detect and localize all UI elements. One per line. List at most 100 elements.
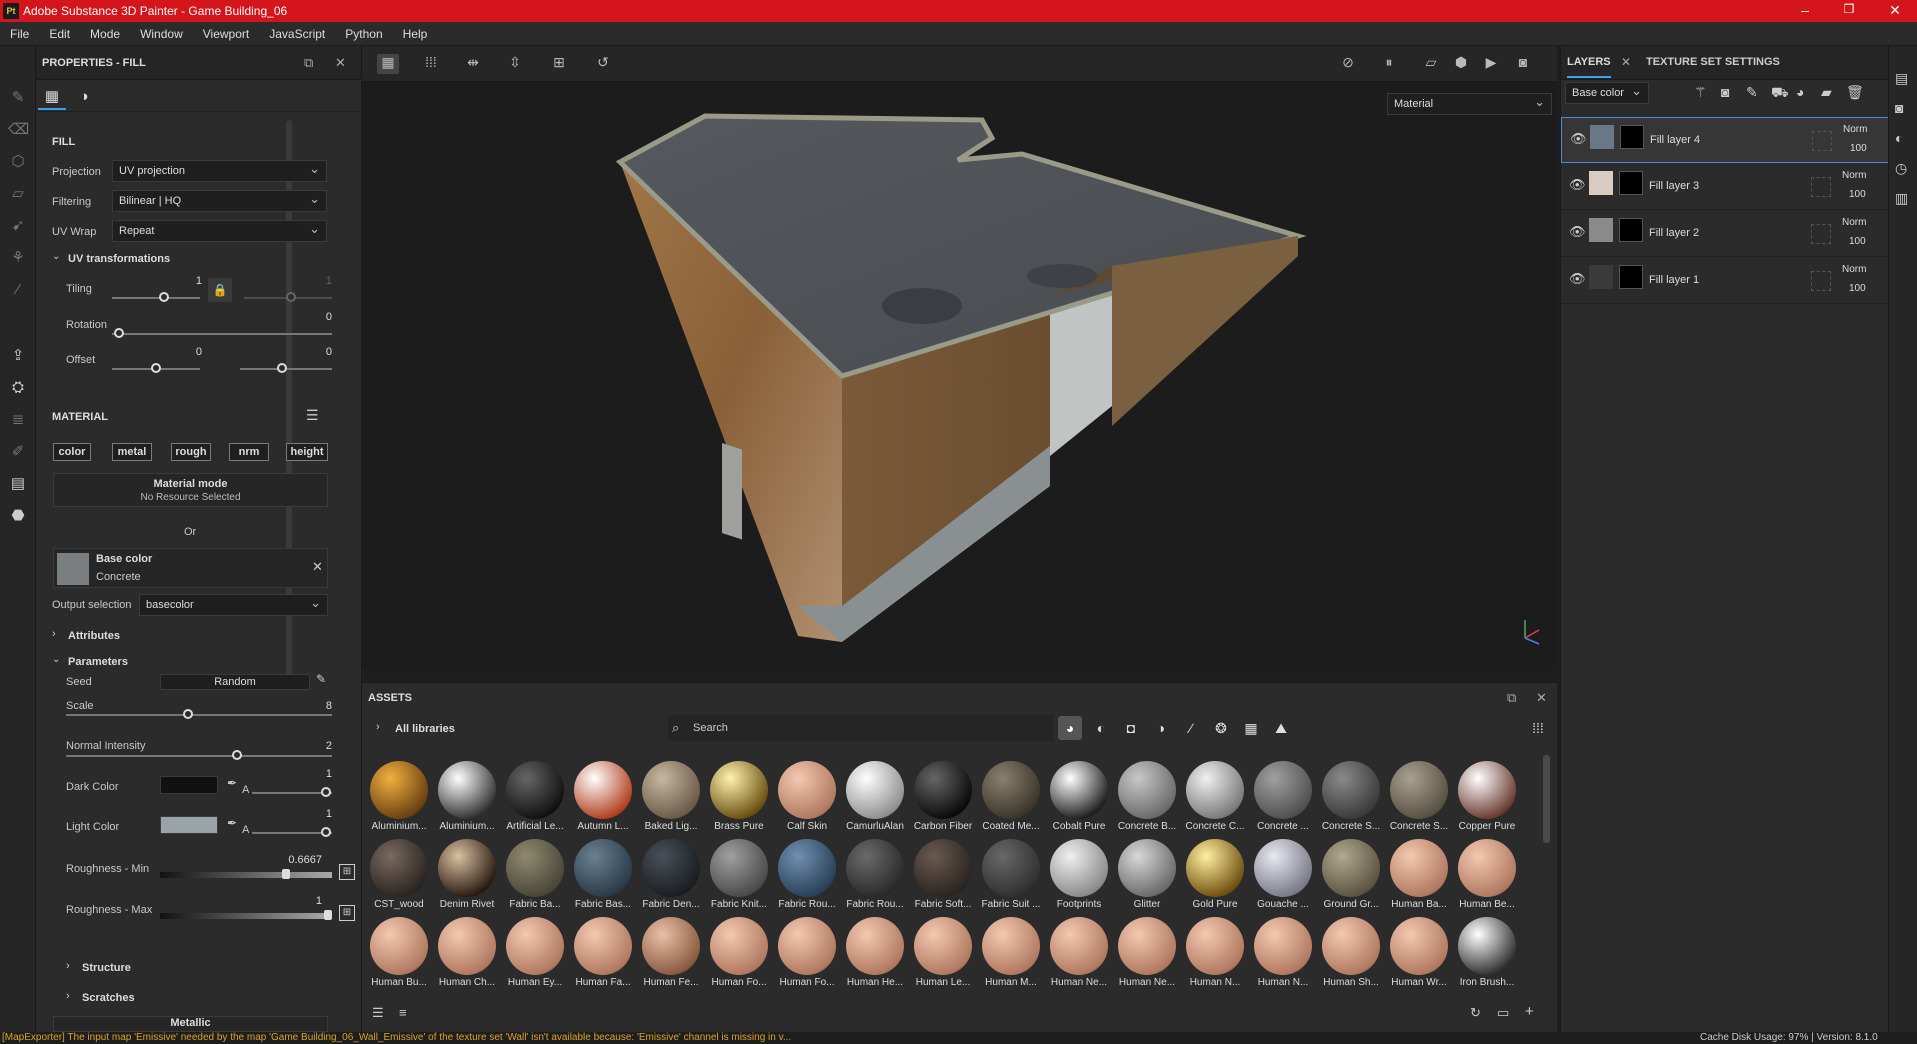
uvwrap-dropdown[interactable]: Repeat [112,220,327,242]
bake-icon[interactable]: ⛭ [8,378,28,398]
menu-javascript[interactable]: JavaScript [259,22,335,41]
assets-float-icon[interactable]: ⧉ [1507,690,1516,706]
filter-alphas-icon[interactable]: ❂ [1209,716,1233,740]
layer-opacity[interactable]: 100 [1849,236,1866,247]
asset-thumbnail[interactable] [506,839,564,897]
asset-thumbnail[interactable] [1322,917,1380,975]
filter-masks-icon[interactable]: ◘ [1119,716,1143,740]
export-icon[interactable]: ⇪ [8,346,28,366]
layer-blend-mode[interactable]: Norm [1842,264,1866,275]
scale-slider[interactable] [66,714,332,716]
filter-materials-icon[interactable]: ◕ [1058,716,1082,740]
scale-knob[interactable] [183,709,193,719]
asset-thumbnail[interactable] [1390,917,1448,975]
attributes-header[interactable]: Attributes [68,630,120,642]
camera-icon[interactable]: ◙ [1895,100,1903,116]
rough-min-slider[interactable] [160,872,332,878]
maximize-icon[interactable]: ❐ [1834,2,1864,16]
scratches-header[interactable]: Scratches [82,992,135,1004]
offset-knob-2[interactable] [277,363,287,373]
asset-thumbnail[interactable] [982,761,1040,819]
layer-row[interactable]: 👁 Fill layer 4 Norm 100 [1561,117,1889,163]
lock-icon[interactable]: 🔒 [208,278,232,302]
base-color-resource[interactable]: Base color Concrete ✕ [53,548,328,588]
rough-min-link-icon[interactable]: ⊞ [339,864,355,880]
layers-panel-icon[interactable]: ▤ [1895,70,1908,87]
menu-help[interactable]: Help [393,22,438,41]
asset-thumbnail[interactable] [846,917,904,975]
channel-metal-button[interactable]: metal [112,443,152,461]
asset-thumbnail[interactable] [438,917,496,975]
channel-height-button[interactable]: height [286,443,328,461]
minimize-icon[interactable]: – [1790,2,1820,18]
rough-max-knob[interactable] [324,910,332,920]
tiling-knob[interactable] [159,292,169,302]
add-mask-icon[interactable]: ◙ [1721,84,1729,100]
add-paint-layer-icon[interactable]: ✎ [1746,84,1758,101]
asset-thumbnail[interactable] [1322,839,1380,897]
all-libraries-label[interactable]: All libraries [395,723,455,735]
assets-search-field[interactable]: ⌕ Search [668,715,1054,741]
asset-thumbnail[interactable] [1186,917,1244,975]
mirror-vertical-icon[interactable]: ⇳ [504,54,526,74]
filter-textures-icon[interactable]: ▦ [1239,716,1263,740]
add-fill-layer-icon[interactable]: ⛟ [1771,84,1789,103]
layer-blend-mode[interactable]: Norm [1843,124,1867,135]
refresh-icon[interactable]: ↻ [1470,1005,1481,1021]
asset-thumbnail[interactable] [438,761,496,819]
visibility-eye-icon[interactable]: 👁 [1569,271,1586,287]
asset-thumbnail[interactable] [1458,917,1516,975]
material-menu-icon[interactable]: ☰ [306,407,319,424]
asset-thumbnail[interactable] [574,917,632,975]
menu-window[interactable]: Window [130,22,193,41]
clone-icon[interactable]: ⚘ [8,248,28,268]
menu-python[interactable]: Python [335,22,392,41]
light-alpha-knob[interactable] [321,827,331,837]
asset-thumbnail[interactable] [1458,761,1516,819]
layer-opacity[interactable]: 100 [1849,189,1866,200]
dark-alpha-knob[interactable] [321,787,331,797]
filtering-dropdown[interactable]: Bilinear | HQ [112,190,327,212]
layer-stack-icon[interactable]: ≣ [8,410,28,430]
grid-select-icon[interactable]: ▦ [377,54,399,74]
structure-header[interactable]: Structure [82,962,131,974]
layer-opacity[interactable]: 100 [1849,283,1866,294]
layer-name[interactable]: Fill layer 4 [1650,134,1700,146]
asset-thumbnail[interactable] [574,761,632,819]
add-asset-icon[interactable]: + [1525,1003,1534,1020]
asset-thumbnail[interactable] [1118,917,1176,975]
asset-thumbnail[interactable] [1050,839,1108,897]
display-settings-icon[interactable]: ◐ [1895,130,1903,146]
polygon-fill-icon[interactable]: ▱ [8,184,28,204]
layers-tab-close-icon[interactable]: ✕ [1621,55,1631,69]
layer-opacity[interactable]: 100 [1850,143,1867,154]
asset-thumbnail[interactable] [778,917,836,975]
rough-max-slider[interactable] [160,913,332,919]
asset-thumbnail[interactable] [846,839,904,897]
normal-slider[interactable] [66,755,332,757]
assets-list-icon[interactable]: ☰ [372,1005,384,1021]
asset-thumbnail[interactable] [982,917,1040,975]
multi-grid-icon[interactable]: ⁞⁞⁞ [420,54,442,74]
camera-video-icon[interactable]: ▶ [1480,54,1502,74]
channel-dropdown[interactable]: Base color [1565,82,1649,104]
mesh-icon[interactable]: ⬣ [8,506,28,526]
asset-thumbnail[interactable] [642,761,700,819]
add-smart-material-icon[interactable]: ◕ [1796,84,1804,100]
libraries-chevron-icon[interactable]: › [376,721,380,733]
seed-random-button[interactable]: Random [160,674,310,690]
tab-texture-set-settings[interactable]: TEXTURE SET SETTINGS [1646,56,1780,68]
asset-thumbnail[interactable] [846,761,904,819]
layer-blend-mode[interactable]: Norm [1842,217,1866,228]
asset-thumbnail[interactable] [1118,839,1176,897]
rotation-slider[interactable] [112,333,332,335]
menu-viewport[interactable]: Viewport [193,22,259,41]
output-dropdown[interactable]: basecolor [139,594,328,616]
dark-alpha-slider[interactable] [252,792,332,794]
rotation-knob[interactable] [114,328,124,338]
asset-thumbnail[interactable] [914,761,972,819]
tab-layers[interactable]: LAYERS [1567,56,1611,78]
material-mode-box[interactable]: Material mode No Resource Selected [53,473,328,507]
asset-thumbnail[interactable] [982,839,1040,897]
layer-row[interactable]: 👁 Fill layer 1 Norm 100 [1561,258,1889,304]
